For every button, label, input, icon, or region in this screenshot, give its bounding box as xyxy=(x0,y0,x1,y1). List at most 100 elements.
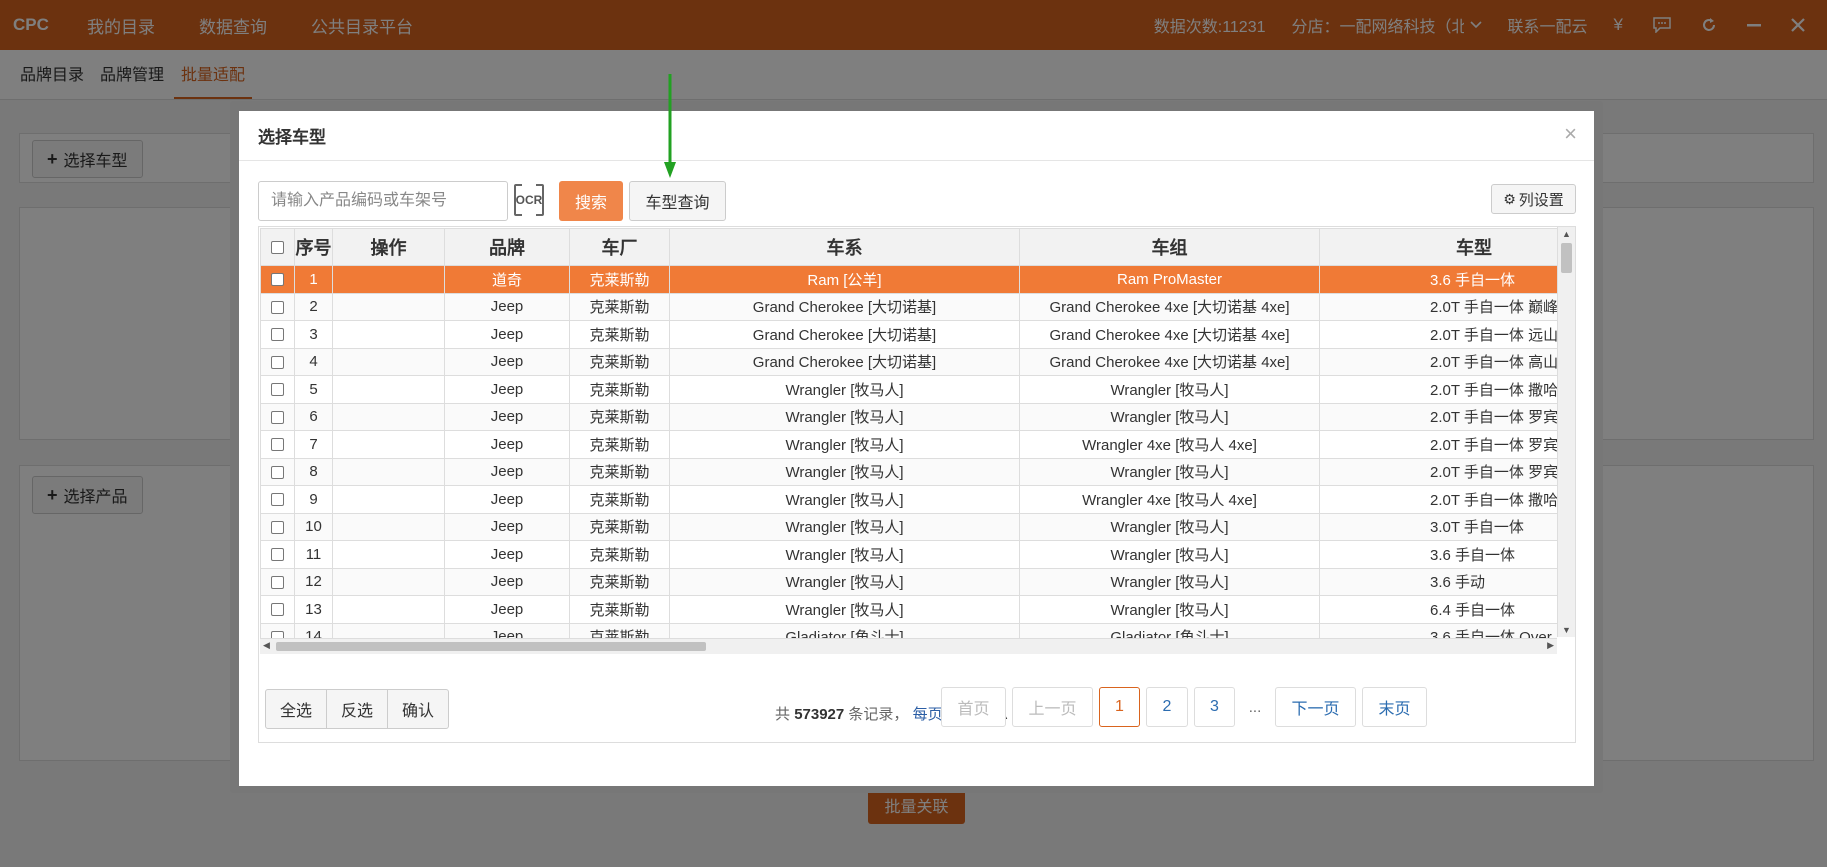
last-page-button[interactable]: 末页 xyxy=(1362,687,1427,727)
column-settings-button[interactable]: ⚙ 列设置 xyxy=(1491,184,1576,214)
cell-action xyxy=(332,347,445,376)
dialog-title: 选择车型 xyxy=(258,128,326,147)
row-select-cell[interactable] xyxy=(260,402,295,431)
cell-brand: Jeep xyxy=(444,595,570,624)
cell-action xyxy=(332,292,445,321)
row-select-cell[interactable] xyxy=(260,292,295,321)
pagination-ellipsis: ... xyxy=(1248,698,1262,716)
cell-maker: 克莱斯勒 xyxy=(569,485,670,514)
row-select-cell[interactable] xyxy=(260,430,295,459)
vertical-scrollbar[interactable]: ▲ ▼ xyxy=(1557,227,1575,637)
total-count: 573927 xyxy=(794,706,845,723)
table-row[interactable]: 2 Jeep 克莱斯勒 Grand Cherokee [大切诺基] Grand Cher… xyxy=(260,292,1557,321)
cell-maker: 克莱斯勒 xyxy=(569,375,670,404)
cell-group: Gladiator [角斗士] xyxy=(1019,622,1320,638)
table-row[interactable]: 11 Jeep 克莱斯勒 Wrangler [牧马人] Wrangler [牧马人] 3.… xyxy=(260,540,1557,569)
cell-series: Wrangler [牧马人] xyxy=(669,567,1020,596)
table-row[interactable]: 5 Jeep 克莱斯勒 Wrangler [牧马人] Wrangler [牧马人] 2.0… xyxy=(260,375,1557,404)
confirm-button[interactable]: 确认 xyxy=(387,689,450,729)
header-checkbox[interactable] xyxy=(271,241,284,255)
row-select-cell[interactable] xyxy=(260,567,295,596)
select-all-button[interactable]: 全选 xyxy=(265,689,328,729)
row-checkbox[interactable] xyxy=(271,355,284,369)
scroll-left-icon[interactable]: ◀ xyxy=(263,640,270,651)
search-input[interactable] xyxy=(258,181,508,221)
row-checkbox[interactable] xyxy=(271,603,284,617)
cell-action xyxy=(332,457,445,486)
row-select-cell[interactable] xyxy=(260,595,295,624)
scroll-right-icon[interactable]: ▶ xyxy=(1547,640,1554,651)
table-row[interactable]: 14 Jeep 克莱斯勒 Gladiator [角斗士] Gladiator [角斗士]… xyxy=(260,622,1557,638)
cell-maker: 克莱斯勒 xyxy=(569,265,670,294)
cell-maker: 克莱斯勒 xyxy=(569,622,670,638)
invert-selection-button[interactable]: 反选 xyxy=(326,689,389,729)
cell-model: 2.0T 手自一体 罗宾 xyxy=(1319,430,1557,459)
page-button-2[interactable]: 2 xyxy=(1146,687,1188,727)
dialog-close-icon[interactable]: × xyxy=(1564,121,1577,147)
table-row[interactable]: 8 Jeep 克莱斯勒 Wrangler [牧马人] Wrangler [牧马人] 2.0… xyxy=(260,457,1557,486)
ocr-icon[interactable]: OCR xyxy=(514,184,544,216)
row-select-cell[interactable] xyxy=(260,540,295,569)
row-checkbox[interactable] xyxy=(271,493,284,507)
cell-series: Grand Cherokee [大切诺基] xyxy=(669,347,1020,376)
row-checkbox[interactable] xyxy=(271,630,284,638)
cell-no: 5 xyxy=(294,375,333,404)
table-row[interactable]: 12 Jeep 克莱斯勒 Wrangler [牧马人] Wrangler [牧马人] 3.… xyxy=(260,567,1557,596)
row-select-cell[interactable] xyxy=(260,320,295,349)
row-select-cell[interactable] xyxy=(260,622,295,638)
row-checkbox[interactable] xyxy=(271,548,284,562)
vertical-scroll-thumb[interactable] xyxy=(1561,243,1572,273)
row-checkbox[interactable] xyxy=(271,465,284,479)
cell-brand: Jeep xyxy=(444,512,570,541)
horizontal-scrollbar[interactable]: ◀ ▶ xyxy=(260,638,1557,654)
row-checkbox[interactable] xyxy=(271,520,284,534)
row-select-cell[interactable] xyxy=(260,485,295,514)
row-checkbox[interactable] xyxy=(271,328,284,342)
first-page-button[interactable]: 首页 xyxy=(941,687,1006,727)
scroll-down-icon[interactable]: ▼ xyxy=(1562,625,1571,635)
col-header-action: 操作 xyxy=(332,228,445,266)
row-checkbox[interactable] xyxy=(271,575,284,589)
table-row[interactable]: 13 Jeep 克莱斯勒 Wrangler [牧马人] Wrangler [牧马人] 6.… xyxy=(260,595,1557,624)
row-checkbox[interactable] xyxy=(271,438,284,452)
row-checkbox[interactable] xyxy=(271,383,284,397)
column-settings-label: 列设置 xyxy=(1518,191,1564,209)
search-button[interactable]: 搜索 xyxy=(559,181,623,221)
row-select-cell[interactable] xyxy=(260,512,295,541)
model-query-button[interactable]: 车型查询 xyxy=(629,181,726,221)
table-row[interactable]: 4 Jeep 克莱斯勒 Grand Cherokee [大切诺基] Grand Cher… xyxy=(260,347,1557,376)
table-row[interactable]: 7 Jeep 克莱斯勒 Wrangler [牧马人] Wrangler 4xe [牧马人… xyxy=(260,430,1557,459)
row-select-cell[interactable] xyxy=(260,347,295,376)
cell-brand: Jeep xyxy=(444,292,570,321)
table-row[interactable]: 9 Jeep 克莱斯勒 Wrangler [牧马人] Wrangler 4xe [牧马人… xyxy=(260,485,1557,514)
row-select-cell[interactable] xyxy=(260,265,295,294)
page-button-3[interactable]: 3 xyxy=(1194,687,1235,727)
row-checkbox[interactable] xyxy=(271,410,284,424)
col-header-series: 车系 xyxy=(669,228,1020,266)
table-row[interactable]: 3 Jeep 克莱斯勒 Grand Cherokee [大切诺基] Grand Cher… xyxy=(260,320,1557,349)
table-row[interactable]: 6 Jeep 克莱斯勒 Wrangler [牧马人] Wrangler [牧马人] 2.0… xyxy=(260,402,1557,431)
row-checkbox[interactable] xyxy=(271,273,284,287)
scroll-up-icon[interactable]: ▲ xyxy=(1562,229,1571,239)
table-row[interactable]: 10 Jeep 克莱斯勒 Wrangler [牧马人] Wrangler [牧马人] 3.… xyxy=(260,512,1557,541)
cell-model: 3.6 手自一体 Over xyxy=(1319,622,1557,638)
row-select-cell[interactable] xyxy=(260,457,295,486)
cell-group: Wrangler 4xe [牧马人 4xe] xyxy=(1019,430,1320,459)
page-button-1[interactable]: 1 xyxy=(1099,687,1140,727)
row-select-cell[interactable] xyxy=(260,375,295,404)
row-checkbox[interactable] xyxy=(271,300,284,314)
cell-model: 2.0T 手自一体 罗宾汉 xyxy=(1319,457,1557,486)
cell-action xyxy=(332,265,445,294)
next-page-button[interactable]: 下一页 xyxy=(1275,687,1356,727)
cell-series: Wrangler [牧马人] xyxy=(669,430,1020,459)
table-row[interactable]: 1 道奇 克莱斯勒 Ram [公羊] Ram ProMaster 3.6 手自一体 xyxy=(260,265,1557,294)
cell-group: Wrangler [牧马人] xyxy=(1019,375,1320,404)
select-all-header[interactable] xyxy=(260,228,295,266)
cell-series: Wrangler [牧马人] xyxy=(669,375,1020,404)
cell-group: Wrangler 4xe [牧马人 4xe] xyxy=(1019,485,1320,514)
cell-action xyxy=(332,622,445,638)
horizontal-scroll-thumb[interactable] xyxy=(276,642,706,651)
prev-page-button[interactable]: 上一页 xyxy=(1012,687,1093,727)
cell-no: 13 xyxy=(294,595,333,624)
cell-group: Wrangler [牧马人] xyxy=(1019,567,1320,596)
